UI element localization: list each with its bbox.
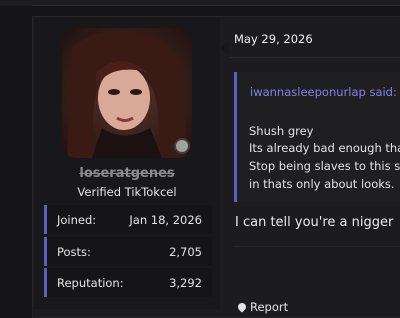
stat-posts: Posts: 2,705 [44, 237, 212, 266]
stat-label: Reputation: [57, 276, 124, 290]
quote-line: Stop being slaves to this sc [249, 159, 400, 173]
avatar-image [62, 28, 192, 158]
post-arrow [220, 40, 229, 56]
divider [230, 57, 400, 58]
stat-value: 3,292 [169, 276, 202, 290]
quote-line: Its already bad enough tha [249, 141, 400, 155]
quote-line: in thats only about looks. [249, 177, 395, 191]
quote-line: Shush grey [249, 124, 314, 138]
user-title: Verified TikTokcel [77, 185, 177, 199]
stat-value: 2,705 [169, 245, 202, 259]
top-bar [0, 0, 400, 6]
report-label: Report [250, 300, 289, 314]
stat-joined: Joined: Jan 18, 2026 [44, 205, 212, 234]
stat-value: Jan 18, 2026 [129, 213, 202, 227]
divider [234, 246, 400, 247]
username[interactable]: loseratgenes [34, 166, 220, 181]
stat-label: Posts: [57, 245, 91, 259]
stat-label: Joined: [57, 213, 97, 227]
quote-author-link[interactable]: iwannasleeponurlap said: [250, 85, 397, 99]
post-message: I can tell you're a nigger [235, 215, 394, 230]
stat-reputation: Reputation: 3,292 [44, 268, 212, 297]
report-icon [236, 301, 248, 313]
report-button[interactable]: Report [236, 300, 289, 314]
post-date[interactable]: May 29, 2026 [234, 32, 313, 46]
avatar[interactable] [62, 28, 192, 158]
